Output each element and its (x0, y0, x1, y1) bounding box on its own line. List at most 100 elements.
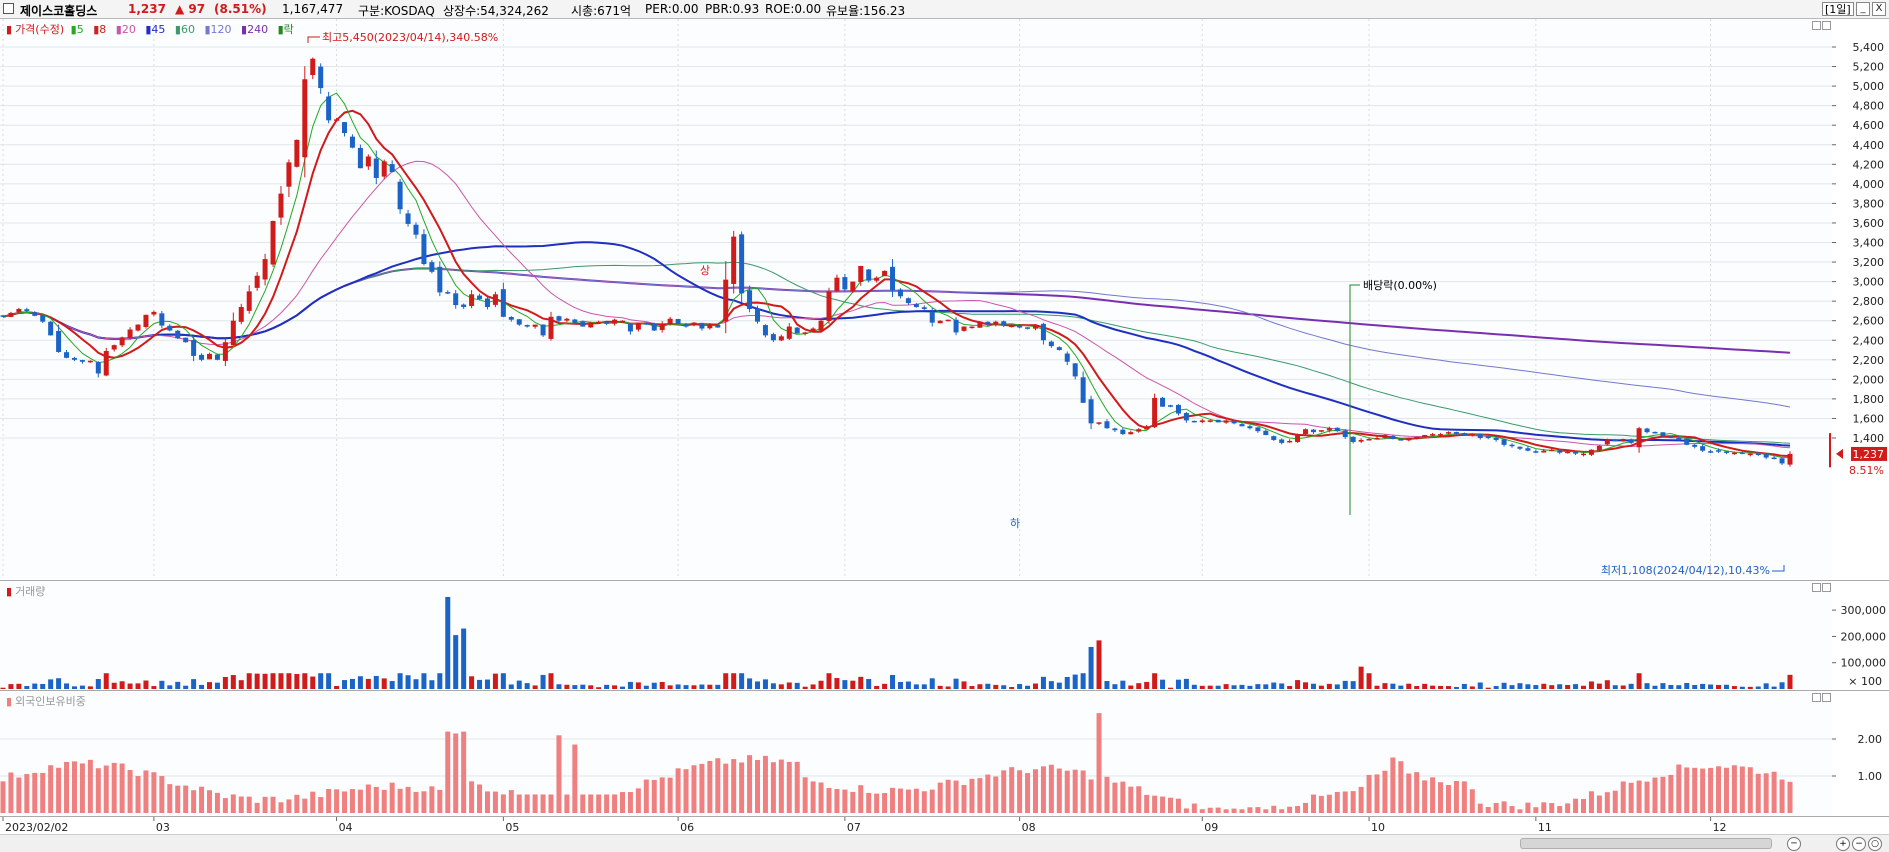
foreign-ratio-bar (588, 794, 594, 813)
current-price-arrow-icon (1836, 448, 1843, 459)
x-tick-label: 09 (1204, 821, 1218, 834)
foreign-ratio-bar (786, 761, 792, 813)
foreign-ratio-bar (1390, 757, 1396, 813)
candle-body (1064, 353, 1070, 362)
zoom-out-icon[interactable]: − (1852, 837, 1866, 851)
candle-body (24, 309, 30, 311)
volume-bar (786, 682, 792, 689)
minimize-icon[interactable]: _ (1856, 2, 1870, 16)
volume-bar (326, 673, 332, 689)
candle-body (604, 322, 610, 324)
candle-body (683, 324, 689, 327)
price-chart[interactable]: 최고5,450(2023/04/14),340.58% 최저1,108(2024/… (0, 19, 1832, 579)
pane-close-icon[interactable] (1822, 693, 1831, 702)
pane-close-icon[interactable] (1822, 583, 1831, 592)
volume-bar (1438, 685, 1444, 689)
candle-body (1628, 439, 1634, 443)
foreign-ratio-bar (238, 796, 244, 813)
volume-bar (977, 684, 983, 689)
foreign-ratio-bar (1231, 808, 1237, 813)
zoom-reset-icon[interactable]: ○ (1868, 837, 1882, 851)
foreign-ratio-bar (691, 765, 697, 813)
candle-body (1660, 432, 1666, 437)
candle-body (103, 351, 109, 376)
foreign-ratio-bar (87, 759, 93, 813)
volume-bar (1025, 685, 1031, 689)
volume-chart[interactable] (0, 581, 1832, 690)
foreign-ratio-bar (1056, 768, 1062, 813)
pane-checkbox[interactable] (3, 3, 14, 14)
candle-body (905, 298, 911, 304)
foreign-ratio-bar (1334, 791, 1340, 813)
candle-body (254, 275, 260, 288)
pane-minimize-icon[interactable] (1812, 693, 1821, 702)
candle-body (1549, 449, 1555, 452)
price-chart-pane[interactable]: 최고5,450(2023/04/14),340.58% 최저1,108(2024/… (0, 19, 1832, 579)
foreign-ratio-bar (604, 794, 610, 813)
candle-body (1445, 432, 1451, 434)
candle-body (373, 158, 379, 178)
volume-bar (262, 673, 268, 689)
volume-unit-label: × 100 (1848, 675, 1882, 688)
volume-bar (40, 683, 46, 689)
foreign-ratio-bar (834, 788, 840, 813)
volume-bar (874, 685, 880, 689)
foreign-ownership-pane[interactable]: ▮ 외국인보유비중 (0, 690, 1832, 816)
foreign-ratio-bar (48, 765, 54, 813)
volume-pane[interactable]: ▮ 거래량 (0, 580, 1832, 690)
pane-minimize-icon[interactable] (1812, 583, 1821, 592)
foreign-ratio-bar (151, 772, 157, 813)
candle-body (548, 316, 554, 339)
candle-body (937, 320, 943, 324)
volume-bar (1453, 686, 1459, 689)
legend-swatch-icon: ▮ (6, 23, 13, 36)
ma60-line (2, 261, 1791, 444)
volume-bar (127, 683, 133, 689)
foreign-ownership-chart[interactable] (0, 691, 1832, 816)
candle-body (858, 265, 864, 282)
volume-bar (1700, 683, 1706, 689)
stock-name[interactable]: 제이스코홀딩스 (20, 2, 97, 19)
zoom-in-icon[interactable]: + (1836, 837, 1850, 851)
candle-body (421, 234, 427, 265)
candle-body (1652, 431, 1658, 434)
candle-body (1223, 420, 1229, 423)
volume-bar (24, 686, 30, 689)
volume-bar (675, 684, 681, 689)
candle-body (659, 323, 665, 330)
volume-bar (1255, 684, 1261, 689)
volume-bar (1771, 686, 1777, 689)
high-pointer (307, 36, 320, 43)
candle-body (1104, 421, 1110, 429)
close-icon[interactable]: X (1872, 2, 1886, 16)
foreign-ratio-bar (1183, 808, 1189, 813)
pane-minimize-icon[interactable] (1812, 21, 1821, 30)
foreign-ratio-bar (643, 779, 649, 813)
foreign-ratio-bar (334, 789, 340, 813)
volume-bar (318, 673, 324, 689)
volume-bar (119, 681, 125, 689)
candle-body (802, 332, 808, 334)
candle-body (747, 290, 753, 309)
volume-bar (1231, 685, 1237, 689)
chart-scrollbar[interactable]: ─ + − ○ (0, 834, 1889, 852)
foreign-ratio-bar (556, 735, 562, 813)
volume-bar (246, 673, 252, 689)
candle-body (0, 315, 6, 317)
foreign-ratio-bar (1136, 786, 1142, 813)
pane-close-icon[interactable] (1822, 21, 1831, 30)
candle-body (588, 322, 594, 328)
legend-ma240: ▮240 (241, 23, 269, 36)
period-selector[interactable]: [1일] (1822, 2, 1854, 16)
volume-bar (802, 686, 808, 689)
foreign-ratio-bar (1541, 802, 1547, 813)
scroll-thumb[interactable] (1520, 838, 1772, 849)
volume-bar (0, 687, 6, 689)
foreign-ratio-bar (389, 782, 395, 813)
volume-bar (1747, 686, 1753, 689)
candle-body (1787, 453, 1793, 465)
candle-body (1588, 449, 1594, 455)
slider-icon[interactable]: ─ (1787, 837, 1801, 851)
foreign-ratio-bar (286, 799, 292, 813)
foreign-ratio-bar (421, 791, 427, 813)
